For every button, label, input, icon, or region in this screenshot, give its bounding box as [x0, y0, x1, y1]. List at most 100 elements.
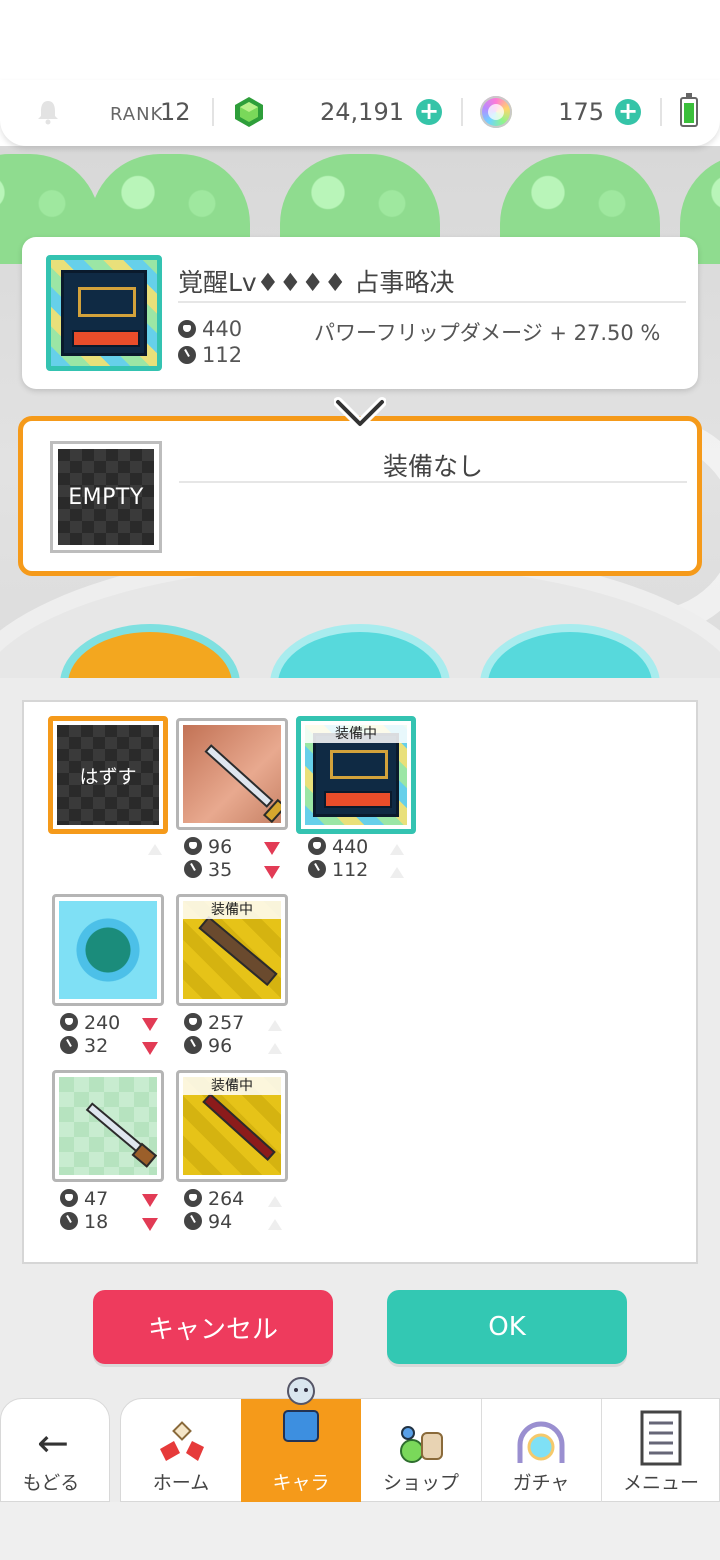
- selected-item-thumbnail: EMPTY: [50, 441, 162, 553]
- selected-item-title: 装備なし: [382, 452, 483, 481]
- up-arrow-icon: [268, 1196, 282, 1207]
- item-slot-red-blade[interactable]: 装備中: [176, 1070, 288, 1182]
- item-slot-dagger[interactable]: [52, 1070, 164, 1182]
- nav-tabs: ホーム キャラ ショップ ガチャ メニュー: [120, 1377, 720, 1503]
- current-item-title: 覚醒Lv♦♦♦♦ 占事略决: [178, 268, 455, 297]
- cooldown-value: 94: [208, 1211, 233, 1233]
- power-icon: [60, 1013, 78, 1031]
- back-label-wrap: もどる: [0, 1399, 106, 1503]
- up-arrow-icon: [268, 1020, 282, 1031]
- rainbow-orb-icon: [480, 96, 512, 128]
- cooldown-value: 112: [202, 343, 243, 367]
- item-power: 47: [60, 1188, 108, 1210]
- sword-icon: [204, 744, 274, 808]
- divider: [212, 98, 214, 126]
- item-slot-dark-blade[interactable]: 装備中: [176, 894, 288, 1006]
- up-arrow-icon: [268, 1219, 282, 1230]
- tab-shop[interactable]: ショップ: [361, 1399, 481, 1503]
- power-icon: [60, 1189, 78, 1207]
- current-item-thumbnail: [46, 255, 162, 371]
- tab-gacha-label: ガチャ: [512, 1472, 570, 1494]
- cooldown-down-arrow-icon: [264, 866, 280, 879]
- current-item-card: 覚醒Lv♦♦♦♦ 占事略决 440 112 パワーフリップダメージ + 27.5…: [22, 237, 698, 389]
- tab-home[interactable]: ホーム: [121, 1399, 241, 1503]
- current-item-cooldown: 112: [178, 343, 242, 367]
- tab-chara[interactable]: キャラ: [241, 1377, 361, 1503]
- equipped-tag: 装備中: [305, 725, 407, 743]
- unequip-slot[interactable]: はずす: [48, 716, 168, 834]
- shop-icon: [400, 1426, 443, 1463]
- gem-icon: [235, 97, 263, 127]
- item-cooldown: 18: [60, 1211, 108, 1233]
- book-icon: [61, 270, 147, 356]
- item-slot-sword[interactable]: [176, 718, 288, 830]
- system-nav-area: [0, 1502, 720, 1560]
- cooldown-value: 96: [208, 1035, 233, 1057]
- current-item-power: 440: [178, 317, 242, 341]
- unequip-label: はずす: [57, 725, 159, 825]
- cooldown-icon: [308, 860, 326, 878]
- cooldown-icon: [184, 1036, 202, 1054]
- menu-list-icon: [640, 1410, 682, 1466]
- power-down-arrow-icon: [142, 1018, 158, 1031]
- tab-menu-label: メニュー: [622, 1472, 699, 1494]
- power-icon: [184, 1189, 202, 1207]
- current-item-effect: パワーフリップダメージ + 27.50 %: [314, 321, 661, 345]
- item-slot-book[interactable]: 装備中: [296, 716, 416, 834]
- gem-orb-icon: [59, 901, 157, 999]
- tab-gacha[interactable]: ガチャ: [481, 1399, 601, 1503]
- power-value: 264: [208, 1188, 245, 1210]
- orb-count: 175: [558, 98, 604, 126]
- dark-blade-icon: [198, 915, 278, 987]
- add-gems-plus-icon[interactable]: +: [416, 99, 442, 125]
- rank-label: RANK: [110, 104, 164, 125]
- power-value: 240: [84, 1012, 121, 1034]
- top-blank-area: [0, 0, 720, 80]
- chevron-down-icon: [334, 397, 386, 429]
- power-value: 47: [84, 1188, 109, 1210]
- equipped-tag: 装備中: [183, 901, 281, 919]
- cooldown-value: 112: [332, 859, 369, 881]
- up-arrow-icon: [268, 1043, 282, 1054]
- item-cooldown: 112: [308, 859, 368, 881]
- gacha-icon: [517, 1421, 565, 1463]
- selected-item-card: EMPTY 装備なし: [18, 416, 702, 576]
- item-cooldown: 96: [184, 1035, 232, 1057]
- tab-menu[interactable]: メニュー: [601, 1399, 720, 1503]
- dagger-icon: [85, 1102, 145, 1154]
- item-cooldown: 32: [60, 1035, 108, 1057]
- cooldown-down-arrow-icon: [142, 1218, 158, 1231]
- cooldown-value: 18: [84, 1211, 109, 1233]
- rank-value: 12: [160, 98, 191, 126]
- up-arrow-icon: [390, 867, 404, 878]
- back-button[interactable]: ← もどる: [0, 1398, 110, 1502]
- power-value: 257: [208, 1012, 245, 1034]
- status-bar: RANK 12 24,191 + 175 +: [0, 80, 720, 146]
- power-down-arrow-icon: [264, 842, 280, 855]
- power-icon: [184, 1013, 202, 1031]
- title-underline: [178, 301, 686, 303]
- gem-count: 24,191: [320, 98, 404, 126]
- cancel-button[interactable]: キャンセル: [93, 1290, 333, 1364]
- divider: [660, 98, 662, 126]
- item-power: 440: [308, 836, 368, 858]
- item-cooldown: 94: [184, 1211, 232, 1233]
- ok-button[interactable]: OK: [387, 1290, 627, 1364]
- cooldown-icon: [184, 860, 202, 878]
- red-blade-icon: [202, 1093, 276, 1161]
- bottom-navigation: ← もどる ホーム キャラ ショップ ガチャ メニュー: [0, 1377, 720, 1503]
- tab-shop-label: ショップ: [382, 1472, 459, 1494]
- bell-icon[interactable]: [34, 98, 62, 126]
- power-icon: [178, 320, 196, 338]
- add-orbs-plus-icon[interactable]: +: [615, 99, 641, 125]
- inventory-grid: はずす 96 35 装備中 440 112 240 32 装備中 257 96 …: [22, 700, 698, 1264]
- item-slot-gem-orb[interactable]: [52, 894, 164, 1006]
- item-power: 240: [60, 1012, 120, 1034]
- item-power: 257: [184, 1012, 244, 1034]
- power-icon: [184, 837, 202, 855]
- cooldown-icon: [178, 346, 196, 364]
- item-cooldown: 35: [184, 859, 232, 881]
- power-down-arrow-icon: [142, 1194, 158, 1207]
- power-value: 96: [208, 836, 233, 858]
- empty-slot-label: EMPTY: [58, 449, 154, 545]
